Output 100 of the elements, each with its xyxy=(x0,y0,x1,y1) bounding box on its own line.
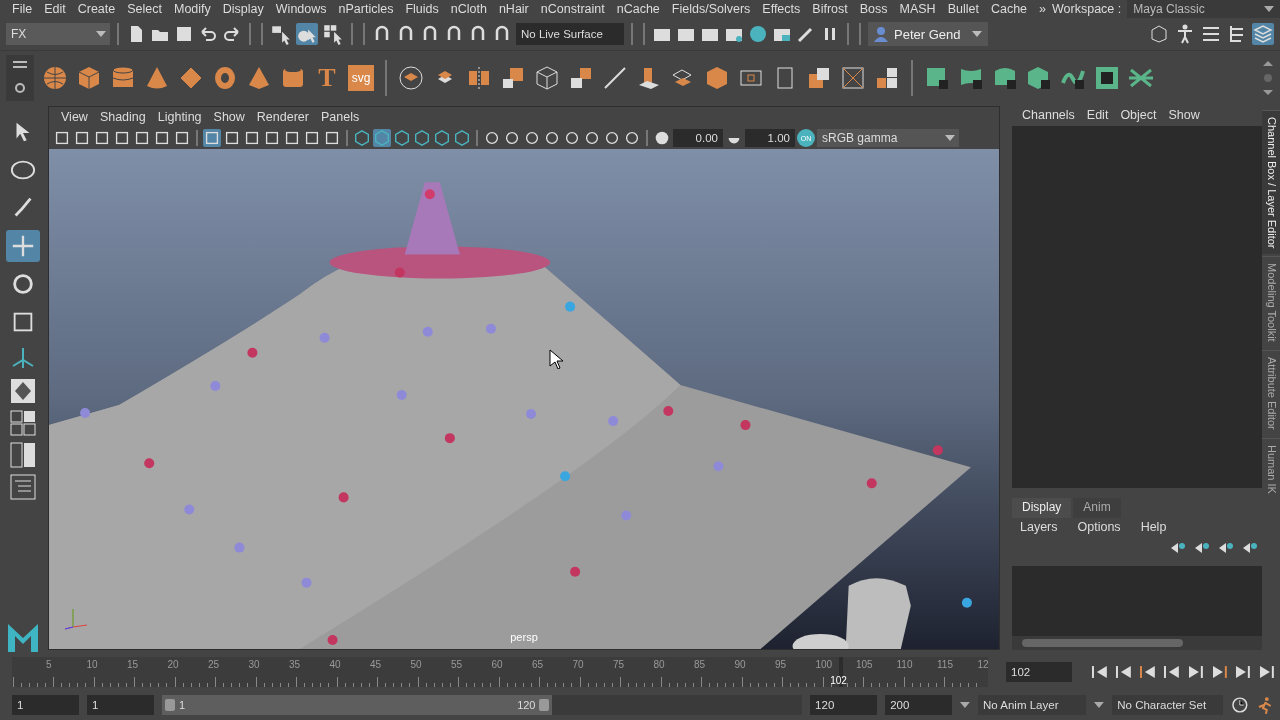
end-time-field[interactable]: 200 xyxy=(885,695,953,715)
time-slider[interactable]: 5 10 15 20 25 30 35 40 45 50 55 60 65 70 75 80 85 90 95 100 105 110 115 12 102 xyxy=(12,657,989,687)
torus-icon[interactable] xyxy=(212,64,238,91)
save-icon[interactable] xyxy=(174,24,194,44)
new-layer-from-selection-icon[interactable] xyxy=(1242,541,1258,555)
shelf-tab-handle[interactable] xyxy=(6,54,34,101)
menu-item[interactable]: Edit xyxy=(38,2,72,16)
panel-menu-item[interactable]: Panels xyxy=(314,110,366,124)
channel-box-menu-item[interactable]: Show xyxy=(1162,108,1206,122)
menu-item[interactable]: Select xyxy=(121,2,168,16)
line-icon[interactable] xyxy=(602,64,628,91)
new-layer-icon[interactable] xyxy=(1218,541,1234,555)
exposure-field[interactable]: 0.00 xyxy=(673,129,723,147)
step-back-key-icon[interactable] xyxy=(1115,664,1134,680)
menu-item[interactable]: nParticles xyxy=(332,2,400,16)
menu-icon xyxy=(13,61,27,69)
cube-outline-icon[interactable] xyxy=(534,64,560,91)
auto-key-icon[interactable] xyxy=(1230,696,1249,714)
sphere-icon[interactable] xyxy=(42,64,68,91)
play-icon[interactable] xyxy=(1186,664,1205,680)
panel-menu-item[interactable]: Lighting xyxy=(151,110,208,124)
go-to-end-icon[interactable] xyxy=(1258,664,1276,680)
move-layer-down-icon[interactable] xyxy=(1194,541,1210,555)
select-component-icon[interactable] xyxy=(322,23,344,45)
menu-item[interactable]: nCache xyxy=(610,2,666,16)
step-forward-frame-icon[interactable] xyxy=(1210,664,1229,680)
four-view-layout-icon[interactable] xyxy=(10,410,36,436)
range-slider[interactable]: 1 120 xyxy=(162,695,803,715)
live-surface-field[interactable]: No Live Surface xyxy=(516,23,624,45)
menu-overflow[interactable]: » xyxy=(1033,2,1053,16)
playback-end-field[interactable]: 120 xyxy=(810,695,878,715)
menu-item[interactable]: Display xyxy=(216,2,270,16)
panel-menu-item[interactable]: Show xyxy=(207,110,251,124)
step-forward-key-icon[interactable] xyxy=(1234,664,1253,680)
panel-menu-item[interactable]: Shading xyxy=(93,110,152,124)
layer-menu-item[interactable]: Options xyxy=(1069,520,1129,534)
range-start-handle[interactable] xyxy=(165,699,176,711)
menu-item[interactable]: Fields/Solvers xyxy=(665,2,757,16)
horizontal-scrollbar[interactable] xyxy=(1012,636,1262,650)
menu-item[interactable]: Create xyxy=(71,2,122,16)
move-tool[interactable] xyxy=(6,230,40,262)
two-view-layout-icon[interactable] xyxy=(10,442,36,468)
range-end-handle[interactable] xyxy=(539,699,550,711)
range-slider-bar[interactable] xyxy=(162,695,553,715)
running-figure-icon[interactable] xyxy=(1256,696,1274,714)
layer-menu-item[interactable]: Help xyxy=(1132,520,1175,534)
menu-item[interactable]: Windows xyxy=(269,2,333,16)
menu-set-dropdown[interactable]: FX xyxy=(6,23,110,45)
menu-item[interactable]: nConstraint xyxy=(534,2,611,16)
menu-item[interactable]: MASH xyxy=(893,2,942,16)
single-view-layout-icon[interactable] xyxy=(10,378,36,404)
current-frame-field[interactable]: 102 xyxy=(1006,662,1072,682)
layers-icon[interactable] xyxy=(398,64,424,91)
dropdown-caret-icon xyxy=(1264,6,1274,12)
modeling-toolkit-icon[interactable] xyxy=(1148,23,1170,45)
layer-editor-tab[interactable]: Display xyxy=(1012,498,1072,518)
frame-tick-label: 70 xyxy=(572,659,584,670)
select-hierarchy-icon[interactable] xyxy=(270,23,292,45)
redo-icon[interactable] xyxy=(222,24,242,44)
layer-menu-item[interactable]: Layers xyxy=(1012,520,1066,534)
side-panel-tab[interactable]: Channel Box / Layer Editor xyxy=(1262,110,1280,255)
menu-item[interactable]: Boss xyxy=(853,2,894,16)
start-time-field[interactable]: 1 xyxy=(12,695,80,715)
menu-item[interactable]: Bullet xyxy=(941,2,985,16)
menu-item[interactable]: Fluids xyxy=(399,2,445,16)
anim-layer-field[interactable]: No Anim Layer xyxy=(978,695,1087,715)
playback-start-field[interactable]: 1 xyxy=(87,695,155,715)
menu-item[interactable]: Modify xyxy=(168,2,217,16)
panel-menu-item[interactable]: Renderer xyxy=(250,110,315,124)
frame-tick-label: 115 xyxy=(937,659,953,670)
dropdown-caret-icon[interactable] xyxy=(1094,702,1105,708)
go-to-start-icon[interactable] xyxy=(1091,664,1110,680)
workspace-dropdown[interactable]: Maya Classic xyxy=(1127,0,1280,18)
shelf-scroll-icon[interactable] xyxy=(1262,59,1274,96)
gamma-field[interactable]: 1.00 xyxy=(745,129,795,147)
menu-item[interactable]: File xyxy=(6,2,39,16)
menu-item[interactable]: Effects xyxy=(756,2,807,16)
menu-item[interactable]: nCloth xyxy=(444,2,493,16)
play-backwards-icon[interactable] xyxy=(1162,664,1181,680)
menu-item[interactable]: Cache xyxy=(984,2,1034,16)
menu-item[interactable]: Bifrost xyxy=(806,2,854,16)
character-set-field[interactable]: No Character Set xyxy=(1112,695,1223,715)
outliner-layout-icon[interactable] xyxy=(10,474,36,500)
channel-box-menu-item[interactable]: Edit xyxy=(1080,108,1115,122)
channel-box-menu-item[interactable]: Channels xyxy=(1016,108,1081,122)
move-icon xyxy=(10,233,36,259)
channel-box-menu-item[interactable]: Object xyxy=(1114,108,1163,122)
text-tool[interactable]: T xyxy=(314,64,340,91)
user-dropdown[interactable]: Peter Gend xyxy=(868,22,988,46)
view-transform-dropdown[interactable]: sRGB gamma xyxy=(817,129,959,147)
layers-icon[interactable] xyxy=(1252,23,1274,45)
move-layer-up-icon[interactable] xyxy=(1170,541,1186,555)
layer-editor-tab[interactable]: Anim xyxy=(1073,498,1121,518)
undo-icon[interactable] xyxy=(198,24,218,44)
select-object-icon[interactable] xyxy=(296,23,318,45)
dropdown-caret-icon[interactable] xyxy=(960,702,971,708)
step-back-frame-icon[interactable] xyxy=(1139,664,1157,680)
panel-menu-item[interactable]: View xyxy=(55,110,94,124)
window-icon[interactable] xyxy=(1094,64,1120,91)
menu-item[interactable]: nHair xyxy=(492,2,535,16)
